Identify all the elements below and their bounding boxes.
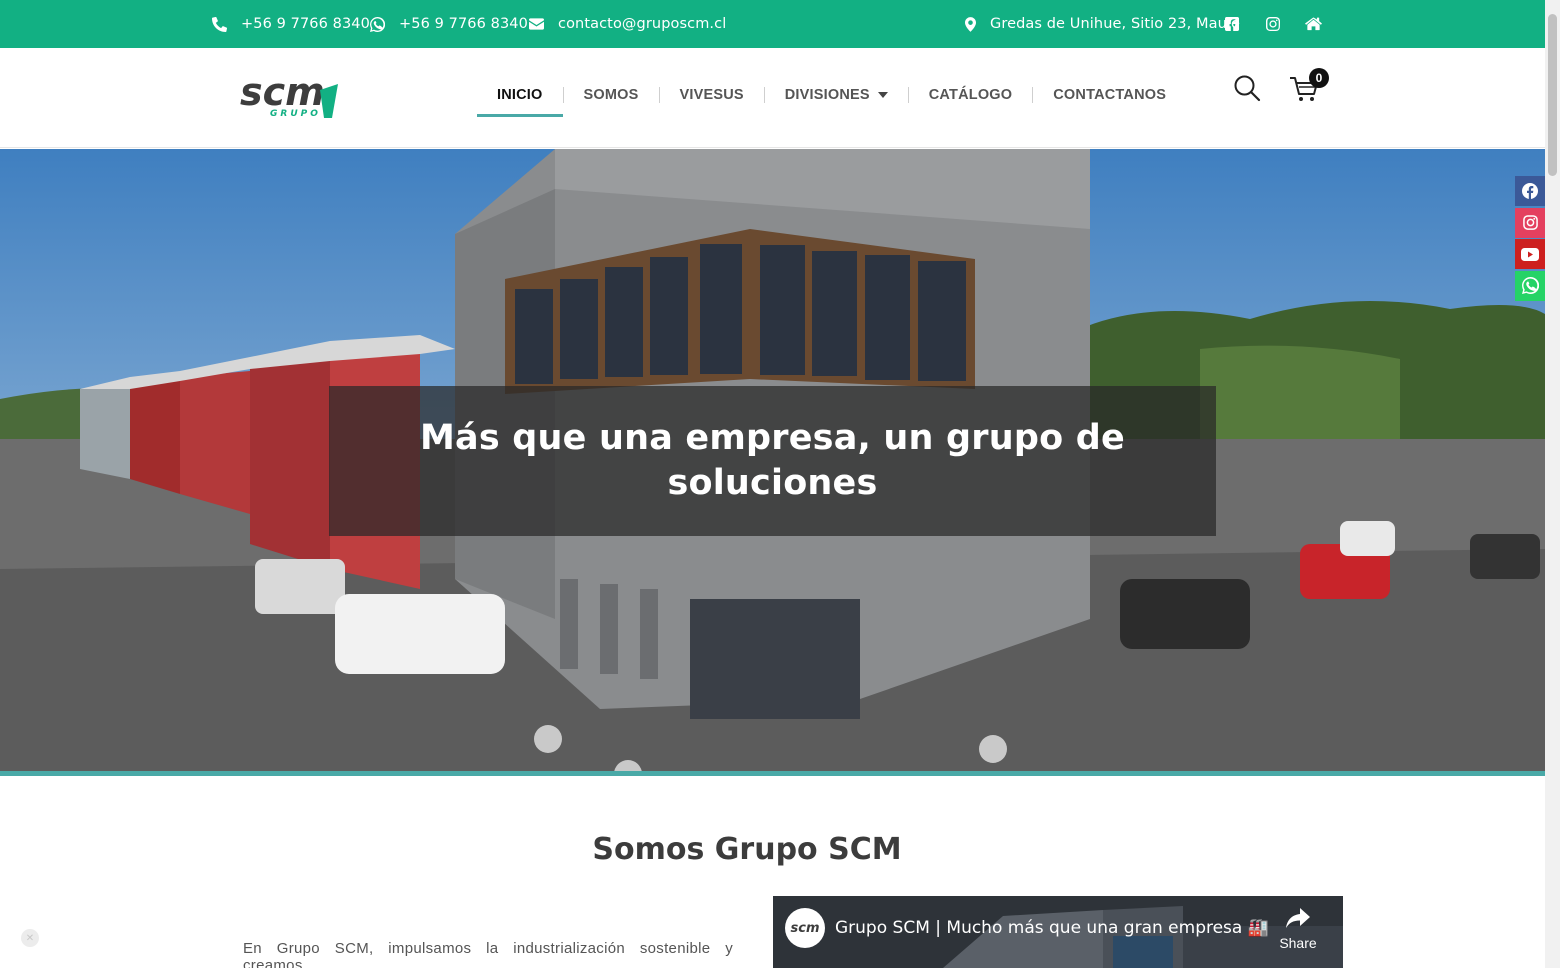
main-navigation: INICIO SOMOS VIVESUS DIVISIONES CATÁLOGO… bbox=[477, 76, 1186, 117]
hero-caption: Más que una empresa, un grupo de solucio… bbox=[329, 386, 1216, 536]
section-title: Somos Grupo SCM bbox=[592, 832, 902, 867]
search-icon[interactable] bbox=[1233, 74, 1261, 102]
nav-label: INICIO bbox=[497, 87, 543, 103]
phone-contact[interactable]: +56 9 7766 8340 bbox=[212, 0, 370, 48]
hero-accent-line bbox=[0, 771, 1545, 776]
top-contact-bar: +56 9 7766 8340 +56 9 7766 8340 contacto… bbox=[0, 0, 1545, 48]
nav-item-catalogo[interactable]: CATÁLOGO bbox=[909, 76, 1033, 114]
nav-item-somos[interactable]: SOMOS bbox=[564, 76, 659, 114]
facebook-link[interactable] bbox=[1225, 0, 1239, 48]
email-address: contacto@gruposcm.cl bbox=[558, 16, 727, 32]
cart-count-badge: 0 bbox=[1309, 68, 1329, 88]
instagram-link[interactable] bbox=[1266, 0, 1280, 48]
channel-logo[interactable]: scm bbox=[785, 908, 825, 948]
facebook-square-icon bbox=[1225, 17, 1239, 31]
phone-icon bbox=[212, 16, 227, 32]
share-label: Share bbox=[1279, 935, 1317, 951]
email-contact[interactable]: contacto@gruposcm.cl bbox=[529, 0, 726, 48]
hero-banner: Más que una empresa, un grupo de solucio… bbox=[0, 149, 1545, 771]
nav-item-vivesus[interactable]: VIVESUS bbox=[660, 76, 764, 114]
facebook-icon bbox=[1522, 183, 1538, 199]
whatsapp-icon bbox=[370, 16, 385, 32]
address-contact[interactable]: Gredas de Unihue, Sitio 23, Maule bbox=[965, 0, 1240, 48]
share-arrow-icon bbox=[1286, 908, 1310, 928]
instagram-icon bbox=[1522, 215, 1538, 230]
caret-down-icon bbox=[877, 92, 888, 98]
scrollbar-thumb[interactable] bbox=[1548, 14, 1557, 176]
nav-label: CONTACTANOS bbox=[1053, 87, 1167, 103]
social-instagram-button[interactable] bbox=[1515, 207, 1545, 238]
nav-label: SOMOS bbox=[583, 87, 639, 103]
nav-label: VIVESUS bbox=[679, 87, 744, 103]
nav-label: CATÁLOGO bbox=[928, 87, 1013, 103]
share-button[interactable]: Share bbox=[1278, 908, 1318, 951]
grupo-scm-logo[interactable]: scm GRUPO bbox=[240, 70, 344, 122]
youtube-icon bbox=[1521, 247, 1539, 261]
social-facebook-button[interactable] bbox=[1515, 176, 1545, 206]
nav-label: DIVISIONES bbox=[784, 87, 870, 103]
nav-item-contactanos[interactable]: CONTACTANOS bbox=[1033, 76, 1186, 114]
instagram-icon bbox=[1266, 17, 1280, 31]
map-marker-icon bbox=[965, 16, 976, 32]
intro-paragraph: En Grupo SCM, impulsamos la industrializ… bbox=[243, 940, 733, 968]
site-header: scm GRUPO INICIO SOMOS VIVESUS DIVISIONE… bbox=[0, 48, 1545, 148]
phone-number: +56 9 7766 8340 bbox=[241, 16, 370, 32]
home-icon bbox=[1305, 17, 1322, 31]
privacy-settings-icon[interactable]: ✕ bbox=[21, 929, 39, 947]
social-sidebar bbox=[1515, 176, 1545, 302]
video-title[interactable]: Grupo SCM | Mucho más que una gran empre… bbox=[835, 918, 1269, 938]
video-embed[interactable]: scm Grupo SCM | Mucho más que una gran e… bbox=[773, 896, 1343, 968]
nav-item-inicio[interactable]: INICIO bbox=[477, 76, 563, 117]
whatsapp-icon bbox=[1521, 277, 1539, 294]
logo-wordmark: scm bbox=[240, 72, 325, 114]
hero-title: Más que una empresa, un grupo de solucio… bbox=[420, 418, 1125, 503]
home-link[interactable] bbox=[1305, 0, 1322, 48]
social-whatsapp-button[interactable] bbox=[1515, 270, 1545, 301]
address-text: Gredas de Unihue, Sitio 23, Maule bbox=[990, 16, 1241, 32]
whatsapp-number: +56 9 7766 8340 bbox=[399, 16, 528, 32]
channel-logo-text: scm bbox=[790, 920, 820, 936]
envelope-icon bbox=[529, 18, 544, 30]
logo-subtext: GRUPO bbox=[270, 109, 321, 119]
nav-item-divisiones[interactable]: DIVISIONES bbox=[765, 76, 908, 114]
whatsapp-contact[interactable]: +56 9 7766 8340 bbox=[370, 0, 528, 48]
social-youtube-button[interactable] bbox=[1515, 239, 1545, 269]
